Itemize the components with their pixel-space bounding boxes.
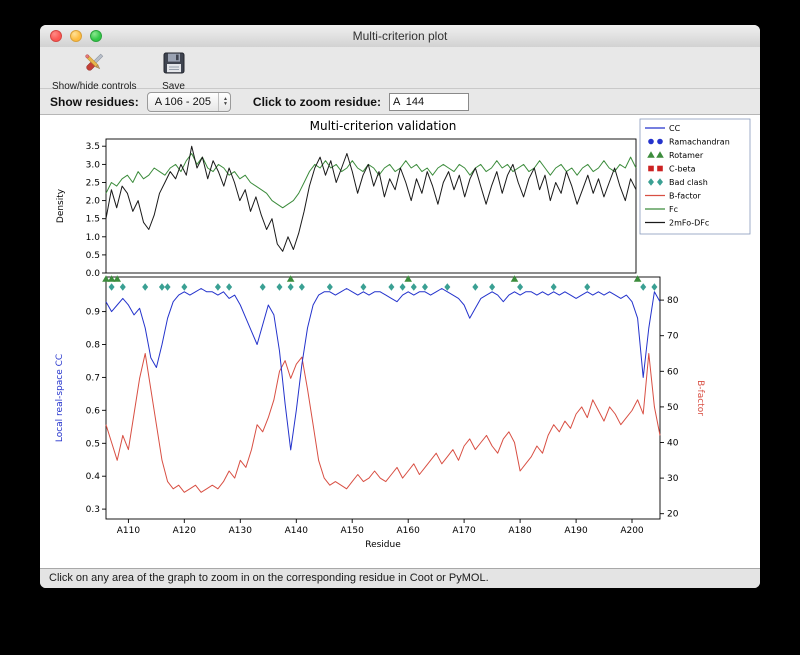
validation-subplot <box>105 276 661 520</box>
svg-text:B-factor: B-factor <box>695 380 705 416</box>
svg-text:0.5: 0.5 <box>86 439 100 449</box>
save-button[interactable]: Save <box>157 49 191 93</box>
svg-text:A130: A130 <box>229 526 253 536</box>
svg-text:1.0: 1.0 <box>86 233 101 243</box>
traffic-lights <box>50 30 102 42</box>
svg-text:0.3: 0.3 <box>86 505 100 515</box>
svg-text:0.5: 0.5 <box>86 251 100 261</box>
svg-text:60: 60 <box>667 367 679 377</box>
show-residues-label: Show residues: <box>50 94 139 109</box>
svg-text:A200: A200 <box>620 526 644 536</box>
zoom-button[interactable] <box>90 30 102 42</box>
svg-text:Ramachandran: Ramachandran <box>669 138 730 147</box>
svg-text:Bad clash: Bad clash <box>669 178 708 187</box>
svg-text:30: 30 <box>667 474 679 484</box>
svg-text:Density: Density <box>56 188 66 223</box>
close-button[interactable] <box>50 30 62 42</box>
tools-icon <box>81 50 107 81</box>
minimize-button[interactable] <box>70 30 82 42</box>
svg-text:B-factor: B-factor <box>669 192 702 201</box>
svg-text:2mFo-DFc: 2mFo-DFc <box>669 219 709 228</box>
chart-title: Multi-criterion validation <box>310 119 457 133</box>
plot-canvas[interactable]: Multi-criterion validation 0.0 0.5 1.0 1.5 2.… <box>48 117 752 570</box>
validation-figure: Multi-criterion validation 0.0 0.5 1.0 1.5 2.… <box>55 118 751 550</box>
svg-text:2.5: 2.5 <box>86 179 100 189</box>
svg-text:40: 40 <box>667 439 679 449</box>
svg-text:A120: A120 <box>173 526 197 536</box>
titlebar[interactable]: Multi-criterion plot <box>40 25 760 48</box>
svg-text:3.0: 3.0 <box>86 160 101 170</box>
zoom-residue-input[interactable] <box>388 92 469 111</box>
svg-text:50: 50 <box>667 403 679 413</box>
svg-text:2.0: 2.0 <box>86 197 101 207</box>
window-title: Multi-criterion plot <box>352 29 448 43</box>
svg-text:1.5: 1.5 <box>86 215 100 225</box>
svg-text:CC: CC <box>669 124 681 133</box>
svg-text:C-beta: C-beta <box>669 165 696 174</box>
svg-text:0.6: 0.6 <box>86 406 101 416</box>
svg-text:0.8: 0.8 <box>86 341 101 351</box>
svg-text:0.0: 0.0 <box>86 269 101 279</box>
status-bar: Click on any area of the graph to zoom i… <box>40 568 760 588</box>
svg-text:A180: A180 <box>508 526 532 536</box>
multi-criterion-plot-window: Multi-criterion plot Show/hide controls <box>40 25 760 588</box>
svg-text:0.9: 0.9 <box>86 308 101 318</box>
svg-text:3.5: 3.5 <box>86 142 100 152</box>
svg-text:A110: A110 <box>117 526 141 536</box>
show-residues-value: A 106 - 205 <box>154 95 211 108</box>
controls-bar: Show residues: A 106 - 205 ▲ ▼ Click to z… <box>40 89 760 115</box>
svg-text:A160: A160 <box>397 526 421 536</box>
svg-text:0.7: 0.7 <box>86 373 100 383</box>
svg-text:A150: A150 <box>341 526 365 536</box>
toolbar: Show/hide controls Save <box>40 47 760 92</box>
plot-region: Multi-criterion validation 0.0 0.5 1.0 1.5 2.… <box>40 115 760 568</box>
svg-text:70: 70 <box>667 332 679 342</box>
stepper-arrows-icon: ▲ ▼ <box>217 92 228 111</box>
svg-text:A170: A170 <box>452 526 476 536</box>
show-residues-select[interactable]: A 106 - 205 ▲ ▼ <box>146 91 231 112</box>
save-icon <box>161 50 187 81</box>
svg-text:Local real-space CC: Local real-space CC <box>55 354 65 442</box>
chart-legend <box>639 118 751 235</box>
show-hide-controls-button[interactable]: Show/hide controls <box>48 49 141 93</box>
svg-text:0.4: 0.4 <box>86 472 101 482</box>
svg-text:A140: A140 <box>285 526 309 536</box>
svg-text:80: 80 <box>667 296 679 306</box>
svg-text:20: 20 <box>667 510 679 520</box>
svg-text:Residue: Residue <box>365 540 401 550</box>
svg-text:Fc: Fc <box>669 205 678 214</box>
zoom-residue-label: Click to zoom residue: <box>252 94 381 109</box>
svg-text:Rotamer: Rotamer <box>669 151 704 160</box>
density-subplot <box>105 138 637 274</box>
status-text: Click on any area of the graph to zoom i… <box>49 572 489 584</box>
svg-text:A190: A190 <box>564 526 588 536</box>
